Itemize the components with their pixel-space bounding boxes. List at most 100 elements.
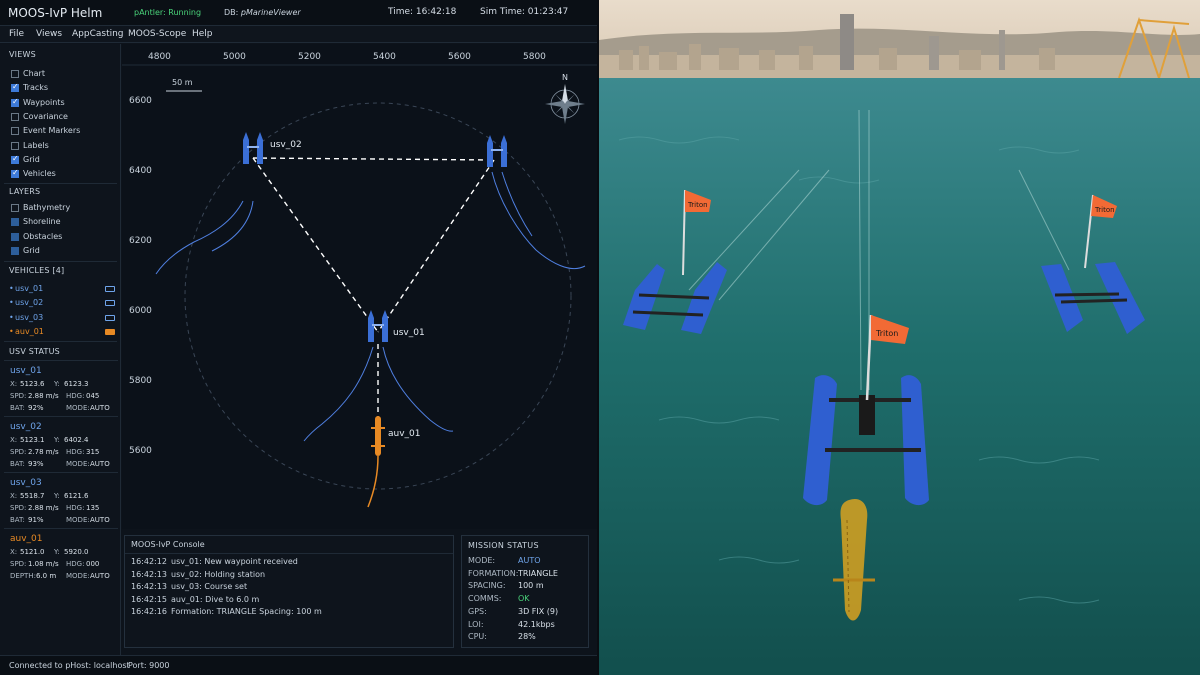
- y-value: 6402.4: [64, 436, 89, 444]
- layer-toggle-label: Obstacles: [23, 231, 63, 241]
- depth-label: DEPTH:: [10, 572, 36, 580]
- status-line: X: 5518.7 Y: 6121.6: [10, 492, 89, 500]
- mode-label: MODE:: [66, 572, 90, 580]
- hdg-value: 000: [86, 560, 100, 568]
- vehicle-name: usv_02: [15, 298, 44, 308]
- mode-label: MODE:: [66, 516, 90, 524]
- vehicle-name: auv_01: [15, 326, 44, 336]
- console-heading: MOOS-IvP Console: [131, 540, 205, 549]
- hdg-label: HDG:: [66, 504, 85, 512]
- y-tick-label: 5800: [129, 376, 152, 386]
- x-value: 5121.0: [20, 548, 45, 556]
- auv-01-label: auv_01: [388, 429, 421, 439]
- mission-heading: MISSION STATUS: [468, 541, 539, 550]
- usv-status-card[interactable]: usv_02 X: 5123.1 Y: 6402.4 SPD: 2.78 m/s HDG: 31…: [4, 416, 118, 472]
- mission-value: 100 m: [518, 581, 544, 591]
- checkbox[interactable]: [11, 70, 19, 78]
- vehicle-list-item[interactable]: • usv_01: [9, 284, 117, 296]
- y-label: Y:: [54, 548, 60, 556]
- view-toggle-label: Event Markers: [23, 126, 81, 136]
- log-time: 16:42:15: [131, 594, 167, 604]
- layer-checkbox[interactable]: [11, 218, 19, 227]
- usv-status-card[interactable]: usv_03 X: 5518.7 Y: 6121.6 SPD: 2.88 m/s HDG: 13…: [4, 472, 118, 528]
- y-tick-label: 5600: [129, 446, 152, 456]
- status-vehicle-name: usv_01: [10, 366, 42, 376]
- mission-key: COMMS:: [468, 594, 502, 604]
- layer-toggle-label: Shoreline: [23, 217, 61, 227]
- bat-label: BAT:: [10, 516, 25, 524]
- log-message: usv_01: New waypoint received: [171, 557, 298, 566]
- layer-toggle-label: Grid: [23, 245, 40, 255]
- x-label: X:: [10, 436, 18, 444]
- menu-file[interactable]: File: [9, 29, 24, 39]
- x-label: X:: [10, 492, 18, 500]
- spd-label: SPD:: [10, 560, 27, 568]
- vehicles-heading: VEHICLES [4]: [9, 266, 65, 275]
- y-label: Y:: [54, 380, 60, 388]
- bat-value: 93%: [28, 460, 44, 468]
- flag-label: Triton: [687, 201, 708, 209]
- map-view[interactable]: 4800 5000 5200 5400 5600 5800 6600 6400 6200 600…: [122, 44, 597, 529]
- log-message: auv_01: Dive to 6.0 m: [171, 594, 260, 604]
- bat-label: BAT:: [10, 460, 25, 468]
- view-toggle-label: Vehicles: [23, 169, 56, 179]
- hdg-label: HDG:: [66, 448, 85, 456]
- view-toggle-label: Labels: [23, 140, 49, 150]
- y-value: 6121.6: [64, 492, 89, 500]
- vehicle-list-item[interactable]: • usv_03: [9, 313, 117, 325]
- y-tick-label: 6200: [129, 236, 152, 246]
- vehicle-color-badge: [105, 328, 115, 335]
- usv-01-label: usv_01: [393, 328, 425, 338]
- checkbox[interactable]: [11, 141, 19, 150]
- checkbox[interactable]: [11, 154, 19, 164]
- checkbox[interactable]: [11, 127, 19, 136]
- layer-checkbox[interactable]: [11, 232, 19, 241]
- vehicle-bullet: •: [9, 298, 14, 308]
- y-label: Y:: [54, 492, 60, 500]
- menu-bar: File Views AppCasting MOOS-Scope Help: [0, 26, 597, 43]
- y-tick-label: 6600: [129, 96, 152, 106]
- checkbox[interactable]: [11, 82, 19, 93]
- usv-status-card[interactable]: usv_01 X: 5123.6 Y: 6123.3 SPD: 2.88 m/s HDG: 04…: [4, 360, 118, 416]
- menu-moos-scope[interactable]: MOOS-Scope: [128, 29, 186, 39]
- layer-checkbox[interactable]: [11, 204, 19, 212]
- mission-value: TRIANGLE: [518, 568, 558, 578]
- status-line: X: 5123.1 Y: 6402.4: [10, 436, 89, 444]
- layer-checkbox[interactable]: [11, 246, 19, 255]
- vehicle-name: usv_03: [15, 312, 44, 322]
- status-line: SPD: 2.88 m/s HDG: 135: [10, 504, 99, 512]
- vehicle-bullet: •: [9, 284, 14, 293]
- vehicle-name: usv_01: [15, 284, 44, 293]
- view-toggle-label: Chart: [23, 69, 45, 78]
- auv-status-card[interactable]: auv_01 X: 5121.0 Y: 5920.0 SPD: 1.08 m/s HDG: 00…: [4, 528, 118, 584]
- spd-value: 2.88 m/s: [28, 392, 59, 400]
- menu-views[interactable]: Views: [36, 29, 62, 39]
- x-tick-label: 5000: [223, 52, 246, 62]
- hdg-value: 135: [86, 504, 100, 512]
- hdg-label: HDG:: [66, 560, 85, 568]
- view-toggle-label: Waypoints: [23, 97, 65, 107]
- moos-console-panel: MOOS-IvP Console 16:42:12 usv_01: New way…: [124, 535, 454, 648]
- divider: [4, 341, 117, 342]
- view-toggle-label: Covariance: [23, 111, 68, 121]
- divider: [125, 553, 453, 554]
- mission-value: OK: [518, 594, 530, 604]
- vehicle-list-item[interactable]: • auv_01: [9, 327, 117, 339]
- checkbox[interactable]: [11, 97, 19, 107]
- x-label: X:: [10, 548, 18, 556]
- menu-appcasting[interactable]: AppCasting: [72, 29, 124, 39]
- log-message: usv_03: Course set: [171, 582, 248, 592]
- checkbox[interactable]: [11, 112, 19, 121]
- menu-help[interactable]: Help: [192, 29, 213, 39]
- view-toggle-label: Grid: [23, 154, 40, 164]
- sim-time: Sim Time: 01:23:47: [480, 7, 569, 17]
- hdg-value: 045: [86, 392, 100, 400]
- port-status: Port: 9000: [128, 661, 170, 670]
- antler-status: pAntler: Running: [134, 8, 202, 17]
- checkbox[interactable]: [11, 168, 19, 179]
- bat-label: BAT:: [10, 404, 25, 412]
- flag-label: Triton: [1094, 206, 1115, 214]
- mode-value: AUTO: [90, 516, 110, 524]
- vehicle-list-item[interactable]: • usv_02: [9, 298, 117, 310]
- y-value: 6123.3: [64, 380, 89, 388]
